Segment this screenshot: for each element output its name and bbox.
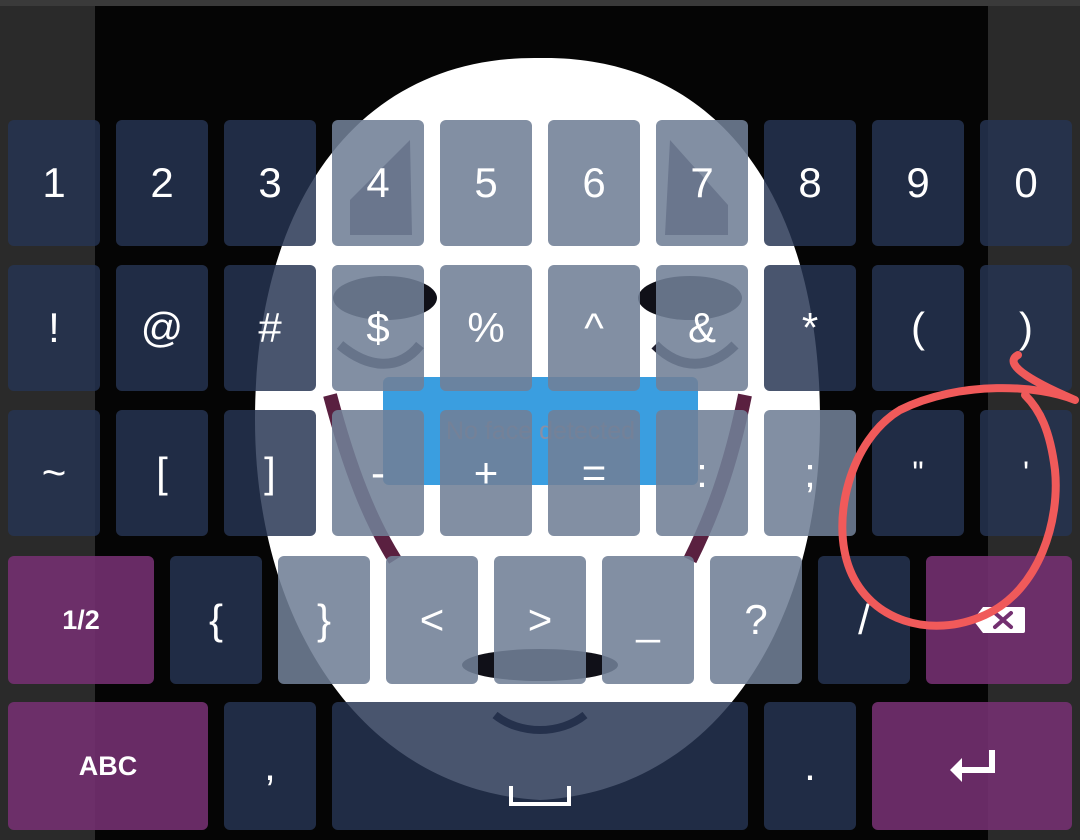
key-9[interactable]: 9 xyxy=(872,120,964,246)
symbols-keyboard: 1 2 3 4 5 6 7 8 9 0 ! @ # $ % ^ & * ( ) … xyxy=(0,0,1080,840)
key-double-quote[interactable]: " xyxy=(872,410,964,536)
key-7[interactable]: 7 xyxy=(656,120,748,246)
key-right-paren[interactable]: ) xyxy=(980,265,1072,391)
key-page-toggle[interactable]: 1/2 xyxy=(8,556,154,684)
key-label: : xyxy=(696,449,708,496)
key-question[interactable]: ? xyxy=(710,556,802,684)
key-label: ) xyxy=(1019,304,1033,351)
key-label: , xyxy=(264,742,276,789)
key-label: 5 xyxy=(474,159,498,206)
key-6[interactable]: 6 xyxy=(548,120,640,246)
key-label: - xyxy=(371,449,385,496)
key-label: > xyxy=(527,596,553,643)
key-label: 8 xyxy=(798,159,822,206)
key-label: = xyxy=(581,449,607,496)
key-0[interactable]: 0 xyxy=(980,120,1072,246)
key-label: ? xyxy=(744,596,768,643)
key-label: } xyxy=(316,596,332,643)
key-hash[interactable]: # xyxy=(224,265,316,391)
key-label: @ xyxy=(140,304,184,351)
key-left-brace[interactable]: { xyxy=(170,556,262,684)
key-slash[interactable]: / xyxy=(818,556,910,684)
key-label: < xyxy=(419,596,445,643)
key-colon[interactable]: : xyxy=(656,410,748,536)
key-8[interactable]: 8 xyxy=(764,120,856,246)
key-label: ABC xyxy=(78,750,138,781)
key-label: ! xyxy=(48,304,60,351)
key-label: ; xyxy=(804,449,816,496)
backspace-icon xyxy=(973,607,1025,633)
key-percent[interactable]: % xyxy=(440,265,532,391)
key-caret[interactable]: ^ xyxy=(548,265,640,391)
key-label: 2 xyxy=(150,159,174,206)
key-at[interactable]: @ xyxy=(116,265,208,391)
key-1[interactable]: 1 xyxy=(8,120,100,246)
key-label: 1 xyxy=(42,159,66,206)
key-label: / xyxy=(858,596,870,643)
key-2[interactable]: 2 xyxy=(116,120,208,246)
key-ampersand[interactable]: & xyxy=(656,265,748,391)
key-plus[interactable]: + xyxy=(440,410,532,536)
key-label: " xyxy=(912,454,924,491)
key-less-than[interactable]: < xyxy=(386,556,478,684)
key-label: [ xyxy=(156,449,168,496)
key-greater-than[interactable]: > xyxy=(494,556,586,684)
key-abc[interactable]: ABC xyxy=(8,702,208,830)
key-label: 6 xyxy=(582,159,606,206)
space-key[interactable] xyxy=(332,702,748,830)
key-label: { xyxy=(208,596,224,643)
key-label: ^ xyxy=(584,304,604,351)
key-label: 7 xyxy=(690,159,714,206)
enter-key[interactable] xyxy=(872,702,1072,830)
key-label: 3 xyxy=(258,159,282,206)
key-4[interactable]: 4 xyxy=(332,120,424,246)
key-label: ( xyxy=(911,304,925,351)
key-label: ] xyxy=(264,449,276,496)
key-3[interactable]: 3 xyxy=(224,120,316,246)
key-single-quote[interactable]: ' xyxy=(980,410,1072,536)
key-label: . xyxy=(804,742,816,789)
key-left-bracket[interactable]: [ xyxy=(116,410,208,536)
key-label: 9 xyxy=(906,159,930,206)
key-tilde[interactable]: ~ xyxy=(8,410,100,536)
backspace-key[interactable] xyxy=(926,556,1072,684)
key-semicolon[interactable]: ; xyxy=(764,410,856,536)
key-equals[interactable]: = xyxy=(548,410,640,536)
key-label: 0 xyxy=(1014,159,1038,206)
key-right-brace[interactable]: } xyxy=(278,556,370,684)
key-label: % xyxy=(467,304,505,351)
key-underscore[interactable]: _ xyxy=(602,556,694,684)
key-exclamation[interactable]: ! xyxy=(8,265,100,391)
key-dollar[interactable]: $ xyxy=(332,265,424,391)
key-label: + xyxy=(473,449,499,496)
enter-icon xyxy=(950,750,995,782)
key-right-bracket[interactable]: ] xyxy=(224,410,316,536)
key-minus[interactable]: - xyxy=(332,410,424,536)
key-comma[interactable]: , xyxy=(224,702,316,830)
key-5[interactable]: 5 xyxy=(440,120,532,246)
key-label: * xyxy=(801,304,819,351)
key-label: $ xyxy=(366,304,390,351)
key-period[interactable]: . xyxy=(764,702,856,830)
key-label: 1/2 xyxy=(62,604,100,635)
key-label: ' xyxy=(1022,454,1030,491)
key-label: _ xyxy=(636,596,660,643)
key-label: & xyxy=(687,304,716,351)
key-label: 4 xyxy=(366,159,390,206)
key-left-paren[interactable]: ( xyxy=(872,265,964,391)
space-icon xyxy=(509,786,571,806)
key-asterisk[interactable]: * xyxy=(764,265,856,391)
key-label: ~ xyxy=(41,449,67,496)
key-label: # xyxy=(258,304,282,351)
